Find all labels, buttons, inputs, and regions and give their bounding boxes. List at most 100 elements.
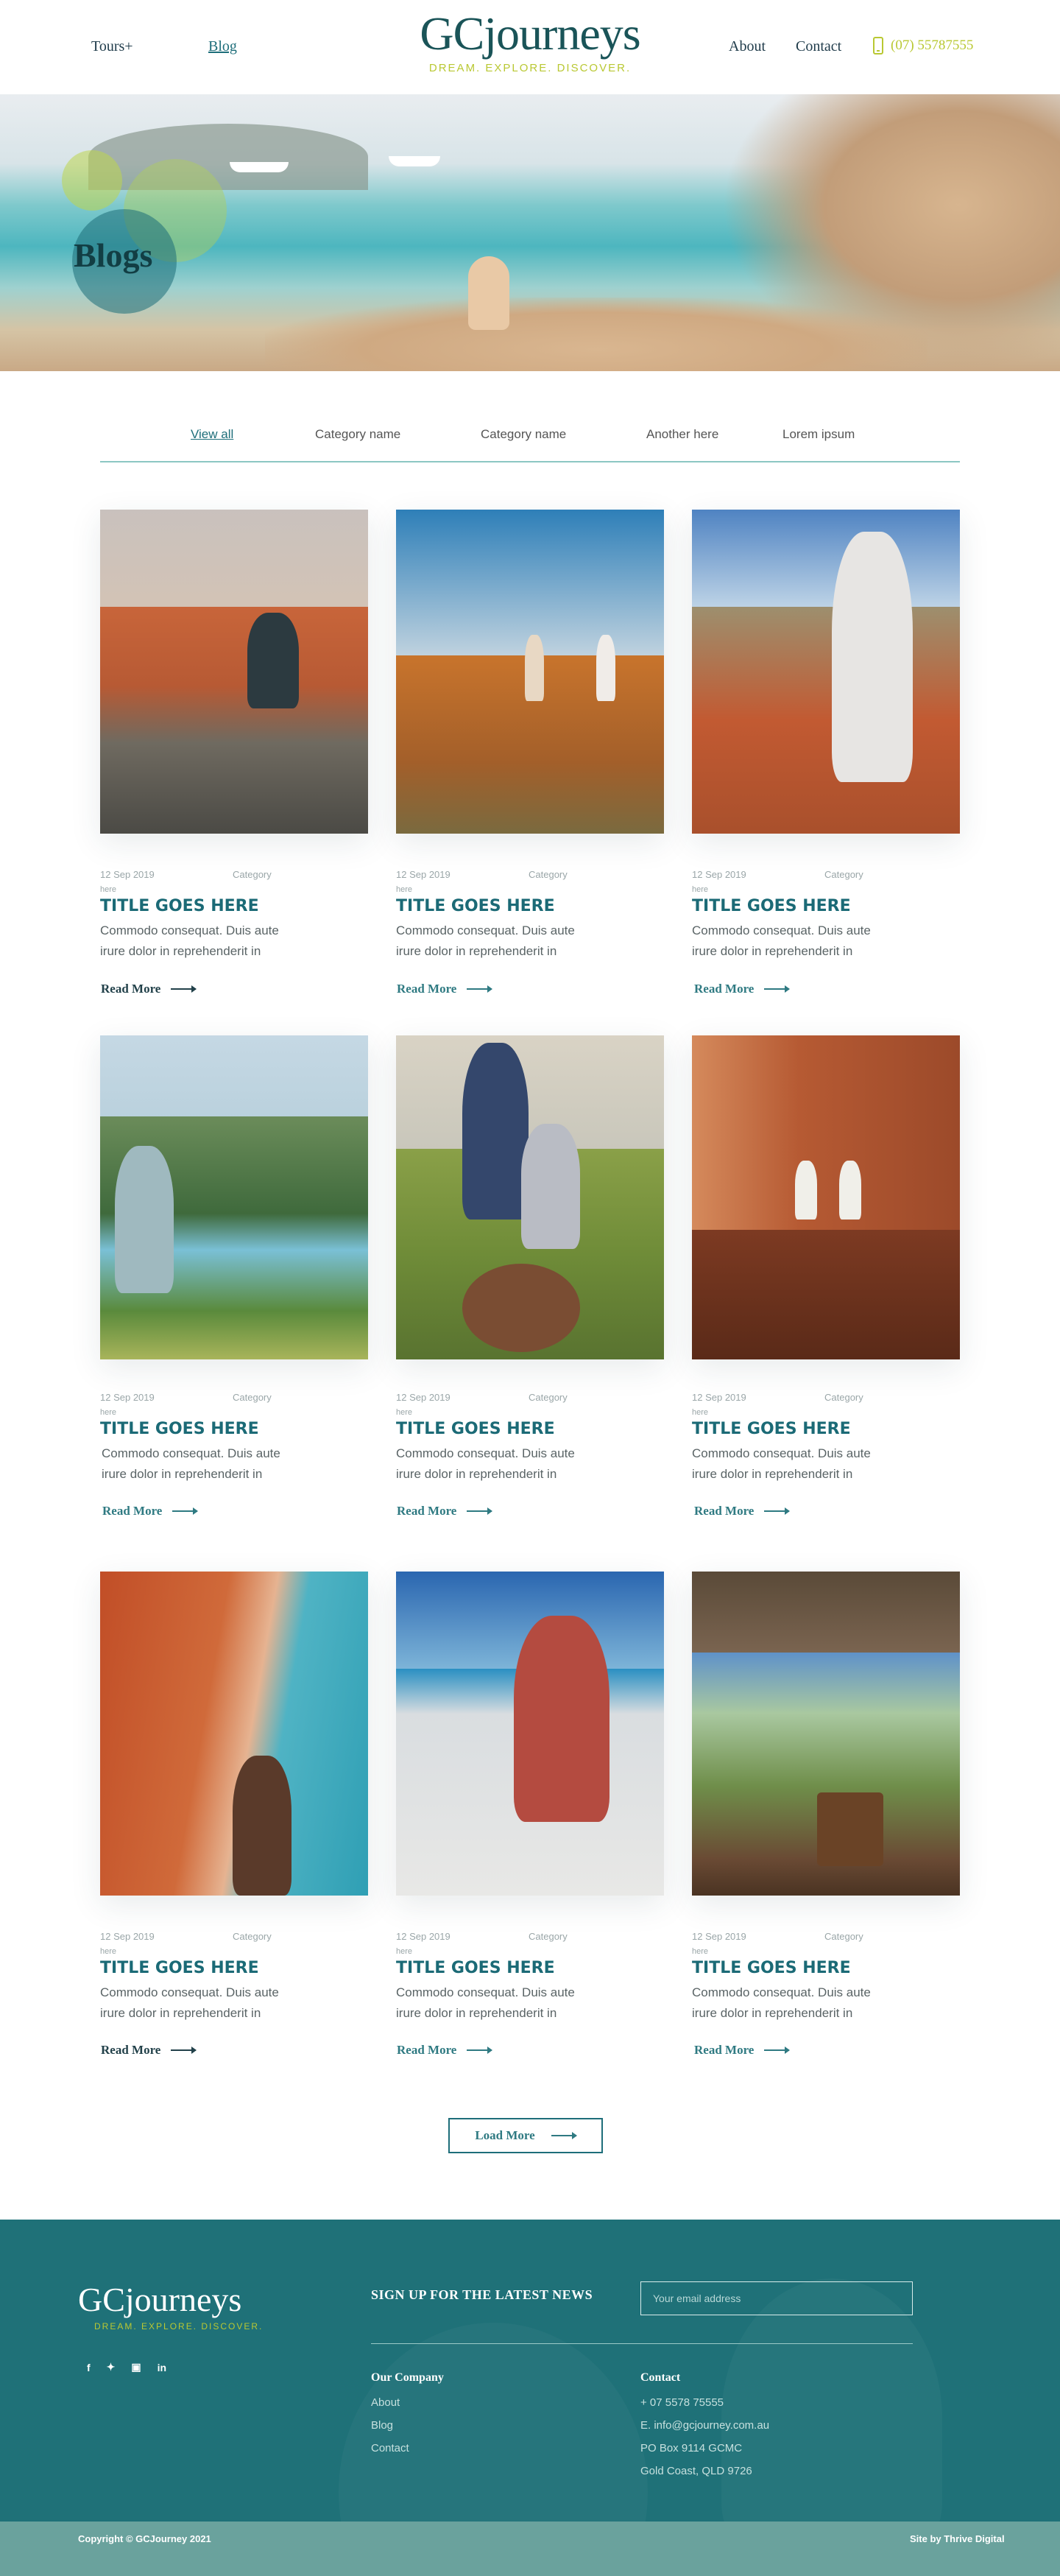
read-more-label: Read More [694, 982, 755, 996]
read-more-link[interactable]: Read More [397, 2043, 493, 2058]
blog-card-image[interactable] [692, 510, 960, 834]
arrow-right-icon [764, 985, 791, 993]
card-category-suffix: here [692, 1947, 709, 1956]
phone-number: (07) 55787555 [891, 38, 974, 53]
nav-tours[interactable]: Tours+ [91, 38, 133, 55]
blog-card-image[interactable] [692, 1572, 960, 1896]
footer-po-box: PO Box 9114 GCMC [640, 2442, 743, 2454]
card-category[interactable]: Category [529, 1931, 568, 1942]
twitter-icon[interactable]: ✦ [107, 2361, 116, 2373]
filter-view-all[interactable]: View all [191, 427, 233, 442]
card-category[interactable]: Category [233, 869, 272, 880]
card-title[interactable]: TITLE GOES HERE [100, 897, 259, 915]
card-category-suffix: here [396, 1947, 413, 1956]
filter-category-2[interactable]: Category name [481, 427, 566, 442]
hero-boat [230, 162, 289, 172]
read-more-label: Read More [397, 982, 457, 996]
blog-card-image[interactable] [396, 1035, 664, 1359]
card-category[interactable]: Category [824, 1931, 863, 1942]
read-more-label: Read More [694, 1504, 755, 1518]
logo-tagline: DREAM. EXPLORE. DISCOVER. [428, 62, 632, 74]
phone-link[interactable]: (07) 55787555 [873, 37, 973, 54]
footer-link-blog[interactable]: Blog [371, 2419, 393, 2432]
card-category-suffix: here [100, 1947, 117, 1956]
card-title[interactable]: TITLE GOES HERE [692, 897, 851, 915]
site-logo[interactable]: GCjourneys DREAM. EXPLORE. DISCOVER. [414, 7, 646, 75]
card-title[interactable]: TITLE GOES HERE [692, 1959, 851, 1977]
site-credit-link[interactable]: Site by Thrive Digital [910, 2533, 1005, 2544]
read-more-link[interactable]: Read More [101, 2043, 197, 2058]
linkedin-icon[interactable]: in [158, 2362, 166, 2373]
nav-contact[interactable]: Contact [796, 38, 841, 55]
blog-card-image[interactable] [396, 1572, 664, 1896]
logo-wordmark: GCjourneys [420, 7, 640, 60]
hero-island [88, 124, 368, 190]
blog-card-image[interactable] [100, 1035, 368, 1359]
copyright-text: Copyright © GCJourney 2021 [78, 2533, 211, 2544]
read-more-link[interactable]: Read More [694, 982, 791, 996]
read-more-link[interactable]: Read More [102, 1504, 199, 1518]
nav-blog[interactable]: Blog [208, 38, 237, 55]
card-category[interactable]: Category [824, 1392, 863, 1403]
footer-email[interactable]: E. info@gcjourney.com.au [640, 2419, 769, 2432]
card-excerpt: Commodo consequat. Duis aute irure dolor… [396, 1446, 575, 1481]
footer-logo-wordmark: GCjourneys [78, 2281, 242, 2318]
card-date: 12 Sep 2019 [396, 869, 451, 880]
footer-phone[interactable]: + 07 5578 75555 [640, 2396, 724, 2409]
card-date: 12 Sep 2019 [100, 1392, 155, 1403]
facebook-icon[interactable]: f [87, 2362, 91, 2373]
read-more-link[interactable]: Read More [694, 2043, 791, 2058]
arrow-right-icon [172, 1507, 199, 1515]
filter-category-1[interactable]: Category name [315, 427, 400, 442]
page-title: Blogs [74, 236, 153, 274]
card-category-suffix: here [100, 1408, 117, 1417]
card-category[interactable]: Category [529, 869, 568, 880]
filter-another[interactable]: Another here [646, 427, 718, 442]
phone-icon [873, 37, 883, 54]
arrow-right-icon [171, 985, 197, 993]
card-title[interactable]: TITLE GOES HERE [100, 1420, 259, 1438]
card-category[interactable]: Category [529, 1392, 568, 1403]
blog-card-image[interactable] [396, 510, 664, 834]
card-title[interactable]: TITLE GOES HERE [396, 1959, 555, 1977]
load-more-label: Load More [475, 2128, 535, 2142]
footer-logo[interactable]: GCjourneys DREAM. EXPLORE. DISCOVER. [78, 2283, 263, 2332]
footer-address: Gold Coast, QLD 9726 [640, 2465, 752, 2477]
card-excerpt: Commodo consequat. Duis aute irure dolor… [100, 1985, 279, 2020]
filter-lorem[interactable]: Lorem ipsum [782, 427, 855, 442]
instagram-icon[interactable]: ▣ [131, 2361, 141, 2373]
newsletter-email-input[interactable] [640, 2281, 913, 2315]
footer-link-about[interactable]: About [371, 2396, 400, 2409]
read-more-link[interactable]: Read More [397, 982, 493, 996]
card-category[interactable]: Category [233, 1392, 272, 1403]
card-title[interactable]: TITLE GOES HERE [100, 1959, 259, 1977]
card-title[interactable]: TITLE GOES HERE [396, 897, 555, 915]
card-category[interactable]: Category [824, 869, 863, 880]
card-title[interactable]: TITLE GOES HERE [396, 1420, 555, 1438]
card-excerpt: Commodo consequat. Duis aute irure dolor… [100, 923, 279, 958]
arrow-right-icon [467, 2047, 493, 2054]
footer-divider [371, 2343, 913, 2344]
arrow-right-icon [171, 2047, 197, 2054]
nav-about[interactable]: About [729, 38, 766, 55]
card-category-suffix: here [692, 1408, 709, 1417]
read-more-link[interactable]: Read More [397, 1504, 493, 1518]
arrow-right-icon [467, 985, 493, 993]
our-company-heading: Our Company [371, 2371, 444, 2384]
page: Tours+ Blog GCjourneys DREAM. EXPLORE. D… [0, 0, 1060, 2576]
read-more-label: Read More [397, 1504, 457, 1518]
card-category[interactable]: Category [233, 1931, 272, 1942]
read-more-link[interactable]: Read More [694, 1504, 791, 1518]
blog-card-image[interactable] [100, 1572, 368, 1896]
load-more-button[interactable]: Load More [448, 2118, 603, 2153]
blog-card-image[interactable] [100, 510, 368, 834]
read-more-link[interactable]: Read More [101, 982, 197, 996]
footer-link-contact[interactable]: Contact [371, 2442, 409, 2454]
card-category-suffix: here [692, 885, 709, 894]
read-more-label: Read More [694, 2043, 755, 2057]
blog-card-image[interactable] [692, 1035, 960, 1359]
card-date: 12 Sep 2019 [692, 1392, 746, 1403]
card-category-suffix: here [100, 885, 117, 894]
site-header: Tours+ Blog GCjourneys DREAM. EXPLORE. D… [0, 0, 1060, 94]
card-title[interactable]: TITLE GOES HERE [692, 1420, 851, 1438]
